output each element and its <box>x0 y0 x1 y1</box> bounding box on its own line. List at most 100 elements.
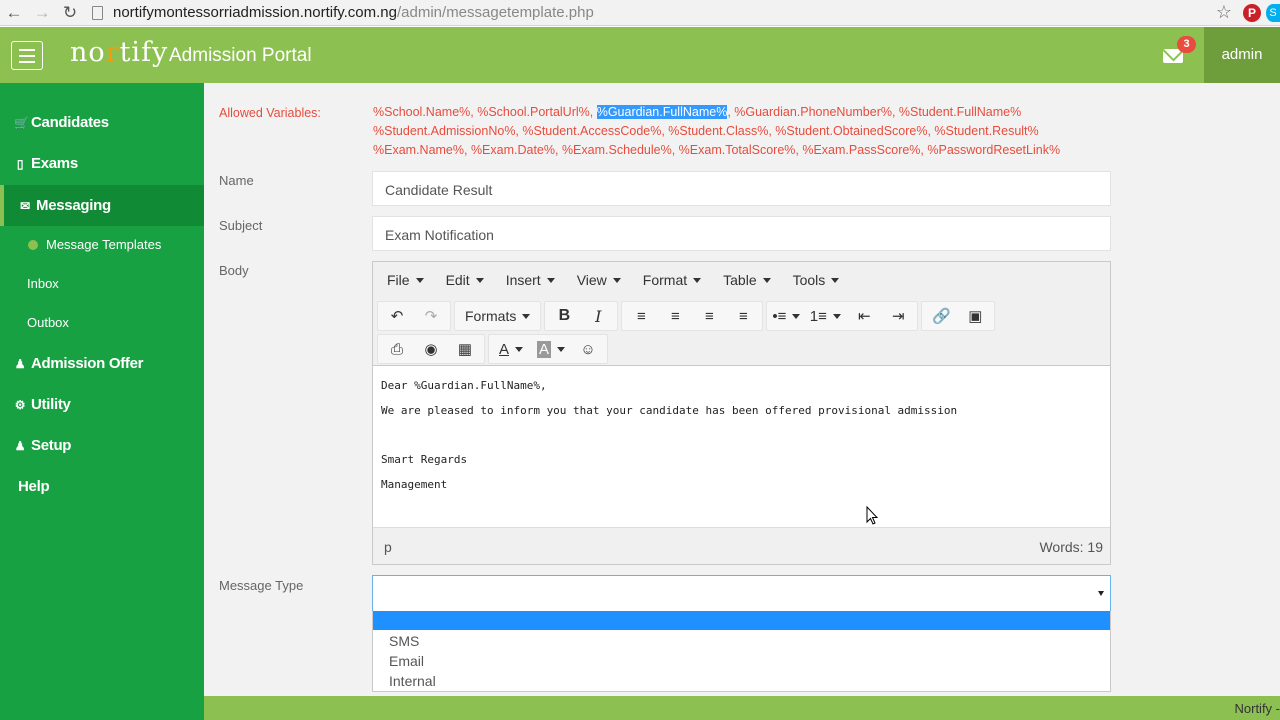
preview-icon[interactable]: ◉ <box>414 335 448 363</box>
menu-format[interactable]: Format <box>635 272 709 288</box>
sidebar-item-exams[interactable]: ▯ Exams <box>0 143 204 184</box>
forward-icon[interactable]: → <box>28 1 56 25</box>
sidebar-item-label: Admission Offer <box>31 355 144 372</box>
background-color-icon[interactable]: A <box>531 335 571 363</box>
sidebar-item-label: Outbox <box>27 315 69 330</box>
content-line: Dear %Guardian.FullName%, <box>381 379 547 392</box>
bold-icon[interactable]: B <box>547 302 581 330</box>
sidebar-item-candidates[interactable]: 🛒 Candidates <box>0 102 204 143</box>
sidebar-item-inbox[interactable]: Inbox <box>0 264 204 303</box>
pinterest-icon[interactable]: P <box>1243 3 1261 22</box>
print-icon[interactable]: ⎙ <box>380 335 414 363</box>
menu-insert[interactable]: Insert <box>498 272 563 288</box>
message-type-label: Message Type <box>219 578 304 593</box>
formats-dropdown[interactable]: Formats <box>457 302 538 330</box>
content-line: We are pleased to inform you that your c… <box>381 404 958 417</box>
sidebar-item-label: Help <box>18 478 50 495</box>
sidebar-item-label: Exams <box>31 155 78 172</box>
envelope-icon: ✉ <box>20 198 30 213</box>
allowed-variables-list: %School.Name%, %School.PortalUrl%, %Guar… <box>373 103 1093 160</box>
menu-label: Tools <box>792 272 826 288</box>
menu-tools[interactable]: Tools <box>785 272 848 288</box>
sidebar-item-label: Candidates <box>31 114 109 131</box>
element-path[interactable]: p <box>384 539 392 555</box>
circle-icon <box>28 239 38 250</box>
message-type-options: SMS Email Internal <box>372 611 1111 692</box>
menu-label: Format <box>642 272 688 288</box>
sidebar-item-label: Setup <box>31 437 72 454</box>
option-blank[interactable] <box>373 611 1110 630</box>
subject-field[interactable]: Exam Notification <box>372 216 1111 251</box>
link-icon[interactable]: 🔗 <box>924 302 958 330</box>
sidebar-item-utility[interactable]: ⚙ Utility <box>0 384 204 425</box>
reload-icon[interactable]: ↻ <box>56 1 84 25</box>
menu-edit[interactable]: Edit <box>438 272 492 288</box>
emoticon-icon[interactable]: ☺ <box>571 335 605 363</box>
indent-icon[interactable]: ⇥ <box>881 302 915 330</box>
logo[interactable]: nortify <box>70 37 168 68</box>
align-left-icon[interactable]: ≡ <box>624 302 658 330</box>
body-label: Body <box>219 263 249 278</box>
sidebar-item-help[interactable]: Help <box>0 466 204 507</box>
image-icon[interactable]: ▣ <box>958 302 992 330</box>
sidebar-item-admission-offer[interactable]: ♟ Admission Offer <box>0 343 204 384</box>
align-center-icon[interactable]: ≡ <box>658 302 692 330</box>
back-icon[interactable]: ← <box>0 1 28 25</box>
menu-view[interactable]: View <box>569 272 629 288</box>
page-icon <box>92 5 103 20</box>
sidebar-item-outbox[interactable]: Outbox <box>0 303 204 342</box>
content-line: Management <box>381 478 448 491</box>
option-email[interactable]: Email <box>373 651 1110 671</box>
undo-icon[interactable]: ↶ <box>380 302 414 330</box>
content-line: Smart Regards <box>381 453 468 466</box>
sidebar-item-setup[interactable]: ♟ Setup <box>0 425 204 466</box>
skype-icon[interactable]: S <box>1266 3 1280 22</box>
app: ← → ↻ nortifymontessorriadmission.nortif… <box>0 0 1280 720</box>
sidebar: 🛒 Candidates ▯ Exams ✉ Messaging Message Te… <box>0 83 204 720</box>
option-sms[interactable]: SMS <box>373 631 1110 651</box>
sidebar-item-message-templates[interactable]: Message Templates <box>0 225 204 264</box>
option-internal[interactable]: Internal <box>373 671 1110 691</box>
editor-toolbar: ↶ ↷ Formats B I ≡ ≡ ≡ ≡ •≡ 1≡ ⇤ ⇥ 🔗 ▣ ⎙ … <box>373 298 1110 366</box>
media-icon[interactable]: ▦ <box>448 335 482 363</box>
sidebar-item-label: Inbox <box>27 276 59 291</box>
address-bar[interactable]: nortifymontessorriadmission.nortify.com.… <box>92 0 1202 25</box>
editor-menubar: File Edit Insert View Format Table Tools <box>373 262 1110 298</box>
allowed-variables-label: Allowed Variables: <box>219 106 321 120</box>
menu-toggle-button[interactable] <box>11 41 43 70</box>
text-color-icon[interactable]: A <box>491 335 531 363</box>
sidebar-item-label: Utility <box>31 396 71 413</box>
italic-icon[interactable]: I <box>581 302 615 330</box>
numbered-list-icon[interactable]: 1≡ <box>803 302 847 330</box>
redo-icon[interactable]: ↷ <box>414 302 448 330</box>
chevron-down-icon <box>1098 591 1104 596</box>
rich-text-editor: File Edit Insert View Format Table Tools… <box>372 261 1111 565</box>
portal-title: Admission Portal <box>169 45 312 66</box>
editor-content[interactable]: Dear %Guardian.FullName%, We are pleased… <box>373 367 1110 527</box>
cart-icon: 🛒 <box>14 115 29 130</box>
mail-count-badge: 3 <box>1177 36 1196 53</box>
vars-text: %School.Name%, %School.PortalUrl%, <box>373 105 597 119</box>
star-icon[interactable]: ☆ <box>1210 1 1238 25</box>
user-icon: ♟ <box>14 356 26 371</box>
message-type-select[interactable] <box>372 575 1111 611</box>
justify-icon[interactable]: ≡ <box>726 302 760 330</box>
book-icon: ▯ <box>16 156 24 171</box>
name-label: Name <box>219 173 254 188</box>
menu-label: Edit <box>445 272 470 288</box>
highlighted-variable: %Guardian.FullName% <box>596 105 728 119</box>
menu-label: Insert <box>505 272 541 288</box>
editor-statusbar: p Words: 19 <box>373 527 1110 564</box>
bullet-list-icon[interactable]: •≡ <box>769 302 803 330</box>
user-menu-button[interactable]: admin <box>1204 27 1280 83</box>
footer-text: Nortify - <box>1234 701 1280 716</box>
user-icon: ♟ <box>14 438 26 453</box>
formats-label: Formats <box>465 308 517 324</box>
outdent-icon[interactable]: ⇤ <box>847 302 881 330</box>
menu-file[interactable]: File <box>379 272 432 288</box>
sidebar-item-messaging[interactable]: ✉ Messaging <box>0 185 204 226</box>
align-right-icon[interactable]: ≡ <box>692 302 726 330</box>
name-field[interactable]: Candidate Result <box>372 171 1111 206</box>
browser-toolbar: ← → ↻ nortifymontessorriadmission.nortif… <box>0 0 1280 26</box>
menu-table[interactable]: Table <box>715 272 778 288</box>
